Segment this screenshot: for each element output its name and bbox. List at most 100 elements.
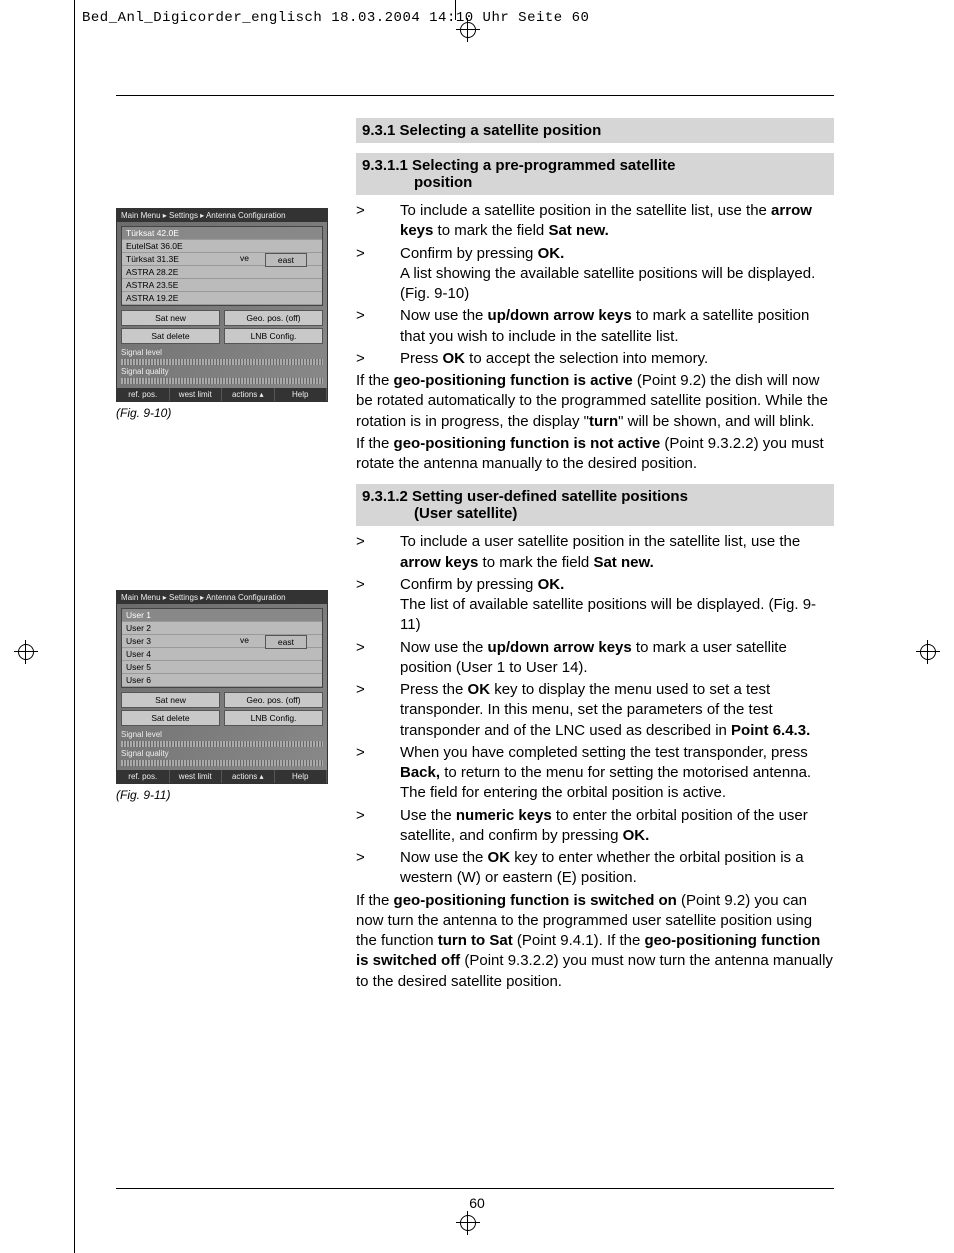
step: > To include a satellite position in the… (356, 201, 834, 242)
text-bold: OK. (623, 827, 650, 844)
text-bold: Sat new. (593, 554, 653, 571)
step: > Use the numeric keys to enter the orbi… (356, 806, 834, 847)
text: Press (400, 350, 443, 367)
signal-quality-bar (121, 378, 323, 384)
step: > Confirm by pressing OK.A list showing … (356, 244, 834, 305)
signal-level-label: Signal level (121, 730, 162, 739)
footer-item: west limit (170, 388, 223, 401)
text: to return to the menu for setting the mo… (400, 764, 811, 801)
lnb-config-button: LNB Config. (224, 710, 323, 726)
signal-quality-bar (121, 760, 323, 766)
step: > Now use the up/down arrow keys to mark… (356, 306, 834, 347)
text: to mark the field (478, 554, 593, 571)
text-bold: geo-positioning function is active (394, 372, 633, 389)
list-item: User 5 (122, 661, 322, 674)
sat-new-button: Sat new (121, 310, 220, 326)
list-item: User 1 (122, 609, 322, 622)
text: The list of available satellite position… (400, 596, 816, 633)
list-item: User 2 (122, 622, 322, 635)
signal-meters: Signal level Signal quality (121, 730, 323, 766)
footer-item: ref. pos. (117, 388, 170, 401)
heading-line: 9.3.1.2 Setting user-defined satellite p… (362, 488, 688, 505)
footer-bar: ref. pos. west limit actions ▴ Help (117, 388, 327, 401)
east-field: east (265, 253, 307, 267)
signal-quality-label: Signal quality (121, 749, 169, 758)
text-bold: OK (488, 849, 511, 866)
list-item: User 4 (122, 648, 322, 661)
text-bold: Point 6.4.3. (731, 722, 810, 739)
content: Main Menu ▸ Settings ▸ Antenna Configura… (116, 95, 834, 994)
text-bold: turn (589, 413, 618, 430)
footer-item: Help (275, 770, 328, 783)
text: Use the (400, 807, 456, 824)
heading-line: position (362, 174, 828, 191)
text-column: 9.3.1 Selecting a satellite position 9.3… (356, 108, 834, 994)
footer-item: actions ▴ (222, 770, 275, 783)
text: Now use the (400, 639, 488, 656)
text: Now use the (400, 849, 488, 866)
list-item: ASTRA 19.2E (122, 292, 322, 305)
figure-caption: (Fig. 9-11) (116, 788, 336, 802)
registration-mark (456, 1211, 480, 1235)
page-number: 60 (0, 1195, 954, 1211)
paragraph: If the geo-positioning function is activ… (356, 371, 834, 432)
figure-caption: (Fig. 9-10) (116, 406, 336, 420)
breadcrumb: Main Menu ▸ Settings ▸ Antenna Configura… (117, 209, 327, 222)
text: When you have completed setting the test… (400, 744, 808, 761)
geo-pos-button: Geo. pos. (off) (224, 310, 323, 326)
breadcrumb: Main Menu ▸ Settings ▸ Antenna Configura… (117, 591, 327, 604)
text: To include a user satellite position in … (400, 533, 800, 550)
text-bold: up/down arrow keys (488, 639, 632, 656)
text-bold: OK (443, 350, 466, 367)
signal-quality-label: Signal quality (121, 367, 169, 376)
footer-item: west limit (170, 770, 223, 783)
sat-delete-button: Sat delete (121, 328, 220, 344)
text-bold: OK (468, 681, 491, 698)
text-bold: Back, (400, 764, 440, 781)
sat-delete-button: Sat delete (121, 710, 220, 726)
geo-pos-button: Geo. pos. (off) (224, 692, 323, 708)
text-bold: OK. (538, 245, 565, 262)
heading-9-3-1-1: 9.3.1.1 Selecting a pre-programmed satel… (356, 153, 834, 195)
signal-level-bar (121, 359, 323, 365)
text-bold: turn to Sat (438, 932, 513, 949)
step: > Now use the OK key to enter whether th… (356, 848, 834, 889)
text: Press the (400, 681, 468, 698)
text: Confirm by pressing (400, 245, 538, 262)
heading-9-3-1-2: 9.3.1.2 Setting user-defined satellite p… (356, 484, 834, 526)
footer-item: ref. pos. (117, 770, 170, 783)
list-item: ASTRA 23.5E (122, 279, 322, 292)
text-bold: geo-positioning function is switched on (394, 892, 677, 909)
screenshot-9-11: Main Menu ▸ Settings ▸ Antenna Configura… (116, 590, 328, 784)
text: Now use the (400, 307, 488, 324)
list-item: EutelSat 36.0E (122, 240, 322, 253)
sat-new-button: Sat new (121, 692, 220, 708)
heading-line: 9.3.1.1 Selecting a pre-programmed satel… (362, 157, 675, 174)
text-bold: up/down arrow keys (488, 307, 632, 324)
rule (116, 95, 834, 96)
east-field: east (265, 635, 307, 649)
text: To include a satellite position in the s… (400, 202, 771, 219)
imposition-header: Bed_Anl_Digicorder_englisch 18.03.2004 1… (82, 10, 872, 26)
text-bold: Sat new. (548, 222, 608, 239)
list-item: ASTRA 28.2E (122, 266, 322, 279)
text-bold: arrow keys (400, 554, 478, 571)
page: Bed_Anl_Digicorder_englisch 18.03.2004 1… (0, 0, 954, 1253)
heading-line: (User satellite) (362, 505, 828, 522)
step: > Press the OK key to display the menu u… (356, 680, 834, 741)
signal-level-bar (121, 741, 323, 747)
signal-level-label: Signal level (121, 348, 162, 357)
text-bold: geo-positioning function is not active (394, 435, 661, 452)
lnb-config-button: LNB Config. (224, 328, 323, 344)
figures-column: Main Menu ▸ Settings ▸ Antenna Configura… (116, 108, 336, 994)
footer-item: Help (275, 388, 328, 401)
rule (116, 1188, 834, 1189)
registration-mark (916, 640, 940, 664)
signal-meters: Signal level Signal quality (121, 348, 323, 384)
paragraph: If the geo-positioning function is switc… (356, 891, 834, 992)
footer-item: actions ▴ (222, 388, 275, 401)
text-bold: OK. (538, 576, 565, 593)
heading-9-3-1: 9.3.1 Selecting a satellite position (356, 118, 834, 143)
step: > Now use the up/down arrow keys to mark… (356, 638, 834, 679)
registration-mark (14, 640, 38, 664)
